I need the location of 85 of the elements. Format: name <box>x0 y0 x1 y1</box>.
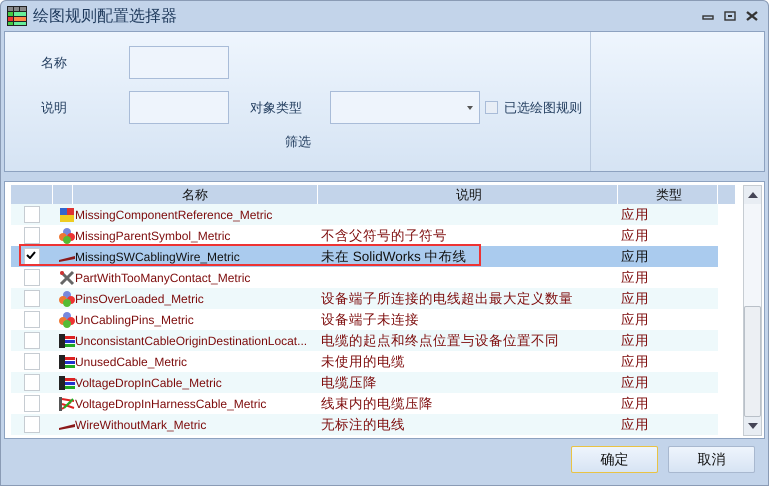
name-label: 名称 <box>41 54 68 72</box>
scroll-up-icon[interactable] <box>748 192 758 198</box>
rule-description: 电缆压降 <box>321 374 377 390</box>
object-type-label: 对象类型 <box>250 98 303 116</box>
rule-type: 应用 <box>621 354 649 368</box>
wire-icon <box>59 424 75 430</box>
caret-icon <box>467 106 473 110</box>
row-checkbox[interactable] <box>24 332 40 349</box>
ok-button[interactable]: 确定 <box>571 446 658 473</box>
checkmark-icon <box>26 251 36 259</box>
rule-description: 设备端子所连接的电线超出最大定义数量 <box>321 290 573 306</box>
row-checkbox[interactable] <box>24 290 40 307</box>
rule-name: VoltageDropInCable_Metric <box>75 376 222 390</box>
cable-icon <box>59 354 75 370</box>
row-checkbox[interactable] <box>24 248 40 265</box>
table-row[interactable]: UnCablingPins_Metric 设备端子未连接 应用 <box>11 309 718 330</box>
maximize-icon[interactable] <box>724 11 736 21</box>
row-checkbox[interactable] <box>24 269 40 286</box>
rule-type: 应用 <box>621 228 649 242</box>
table-row[interactable]: UnconsistantCableOriginDestinationLocat... 电缆的起点和终点位置与设备位置不同 应用 <box>11 330 718 351</box>
checkbox-label: 已选绘图规则 <box>504 98 582 116</box>
row-checkbox[interactable] <box>24 353 40 370</box>
table-row[interactable]: VoltageDropInHarnessCable_Metric 线束内的电缆压降 应用 <box>11 393 718 414</box>
table-row[interactable]: MissingParentSymbol_Metric 不含父符号的子符号 应用 <box>11 225 718 246</box>
rule-description: 设备端子未连接 <box>321 312 419 326</box>
rule-type: 应用 <box>621 206 649 222</box>
rule-name: PinsOverLoaded_Metric <box>75 292 204 306</box>
rule-type: 应用 <box>621 270 649 284</box>
wire-icon <box>59 256 75 262</box>
rule-type: 应用 <box>621 248 649 264</box>
row-checkbox[interactable] <box>24 206 40 223</box>
rule-type: 应用 <box>621 416 649 432</box>
rule-description: 无标注的电线 <box>321 416 405 432</box>
rule-type: 应用 <box>621 396 649 410</box>
rule-name: UnCablingPins_Metric <box>75 312 194 326</box>
row-checkbox[interactable] <box>24 311 40 328</box>
close-icon[interactable] <box>746 11 758 21</box>
cubes-icon <box>59 290 75 306</box>
name-field[interactable] <box>129 46 229 79</box>
rule-type: 应用 <box>621 332 649 348</box>
rule-description: 未在 SolidWorks 中布线 <box>321 248 467 264</box>
rule-type: 应用 <box>621 290 649 306</box>
group-label: 筛选 <box>285 133 312 151</box>
checkbox[interactable] <box>485 101 498 114</box>
row-checkbox[interactable] <box>24 395 40 412</box>
rule-name: UnusedCable_Metric <box>75 354 188 368</box>
rule-name: PartWithTooManyContact_Metric <box>75 270 250 284</box>
object-type-dropdown[interactable] <box>330 91 480 124</box>
rule-name: WireWithoutMark_Metric <box>75 418 206 432</box>
harness-icon <box>59 396 75 412</box>
row-checkbox[interactable] <box>24 227 40 244</box>
tools-icon <box>59 270 75 286</box>
rule-description: 不含父符号的子符号 <box>321 228 447 242</box>
rule-description: 未使用的电缆 <box>321 354 405 368</box>
window-title: 绘图规则配置选择器 <box>33 6 177 26</box>
cubes-icon <box>59 312 75 328</box>
rule-name: UnconsistantCableOriginDestinationLocat... <box>75 334 308 348</box>
table-icon <box>7 6 27 26</box>
description-field[interactable] <box>129 91 229 124</box>
cable-icon <box>59 374 75 390</box>
cubes-icon <box>59 228 75 244</box>
blocks-icon <box>59 206 75 222</box>
scroll-down-icon[interactable] <box>748 423 758 429</box>
cancel-button[interactable]: 取消 <box>668 446 755 473</box>
rule-type: 应用 <box>621 312 649 326</box>
scroll-thumb[interactable] <box>744 306 761 417</box>
rule-name: MissingComponentReference_Metric <box>75 208 272 222</box>
description-label: 说明 <box>41 98 68 116</box>
table-row[interactable]: MissingComponentReference_Metric 应用 <box>11 204 718 225</box>
table-row[interactable]: PartWithTooManyContact_Metric 应用 <box>11 267 718 288</box>
rule-type: 应用 <box>621 374 649 390</box>
table-row[interactable]: WireWithoutMark_Metric 无标注的电线 应用 <box>11 414 718 435</box>
table-row[interactable]: MissingSWCablingWire_Metric 未在 SolidWorks 中布线 应用 <box>11 246 718 267</box>
table-row[interactable]: VoltageDropInCable_Metric 电缆压降 应用 <box>11 372 718 393</box>
scrollbar[interactable] <box>743 185 762 436</box>
rule-name: VoltageDropInHarnessCable_Metric <box>75 396 266 410</box>
rule-name: MissingSWCablingWire_Metric <box>75 250 240 264</box>
rule-description: 线束内的电缆压降 <box>321 396 433 410</box>
row-checkbox[interactable] <box>24 374 40 391</box>
row-checkbox[interactable] <box>24 416 40 433</box>
rule-name: MissingParentSymbol_Metric <box>75 228 230 242</box>
rule-description: 电缆的起点和终点位置与设备位置不同 <box>321 332 559 348</box>
table-row[interactable]: UnusedCable_Metric 未使用的电缆 应用 <box>11 351 718 372</box>
table-row[interactable]: PinsOverLoaded_Metric 设备端子所连接的电线超出最大定义数量 应用 <box>11 288 718 309</box>
cable-icon <box>59 332 75 348</box>
